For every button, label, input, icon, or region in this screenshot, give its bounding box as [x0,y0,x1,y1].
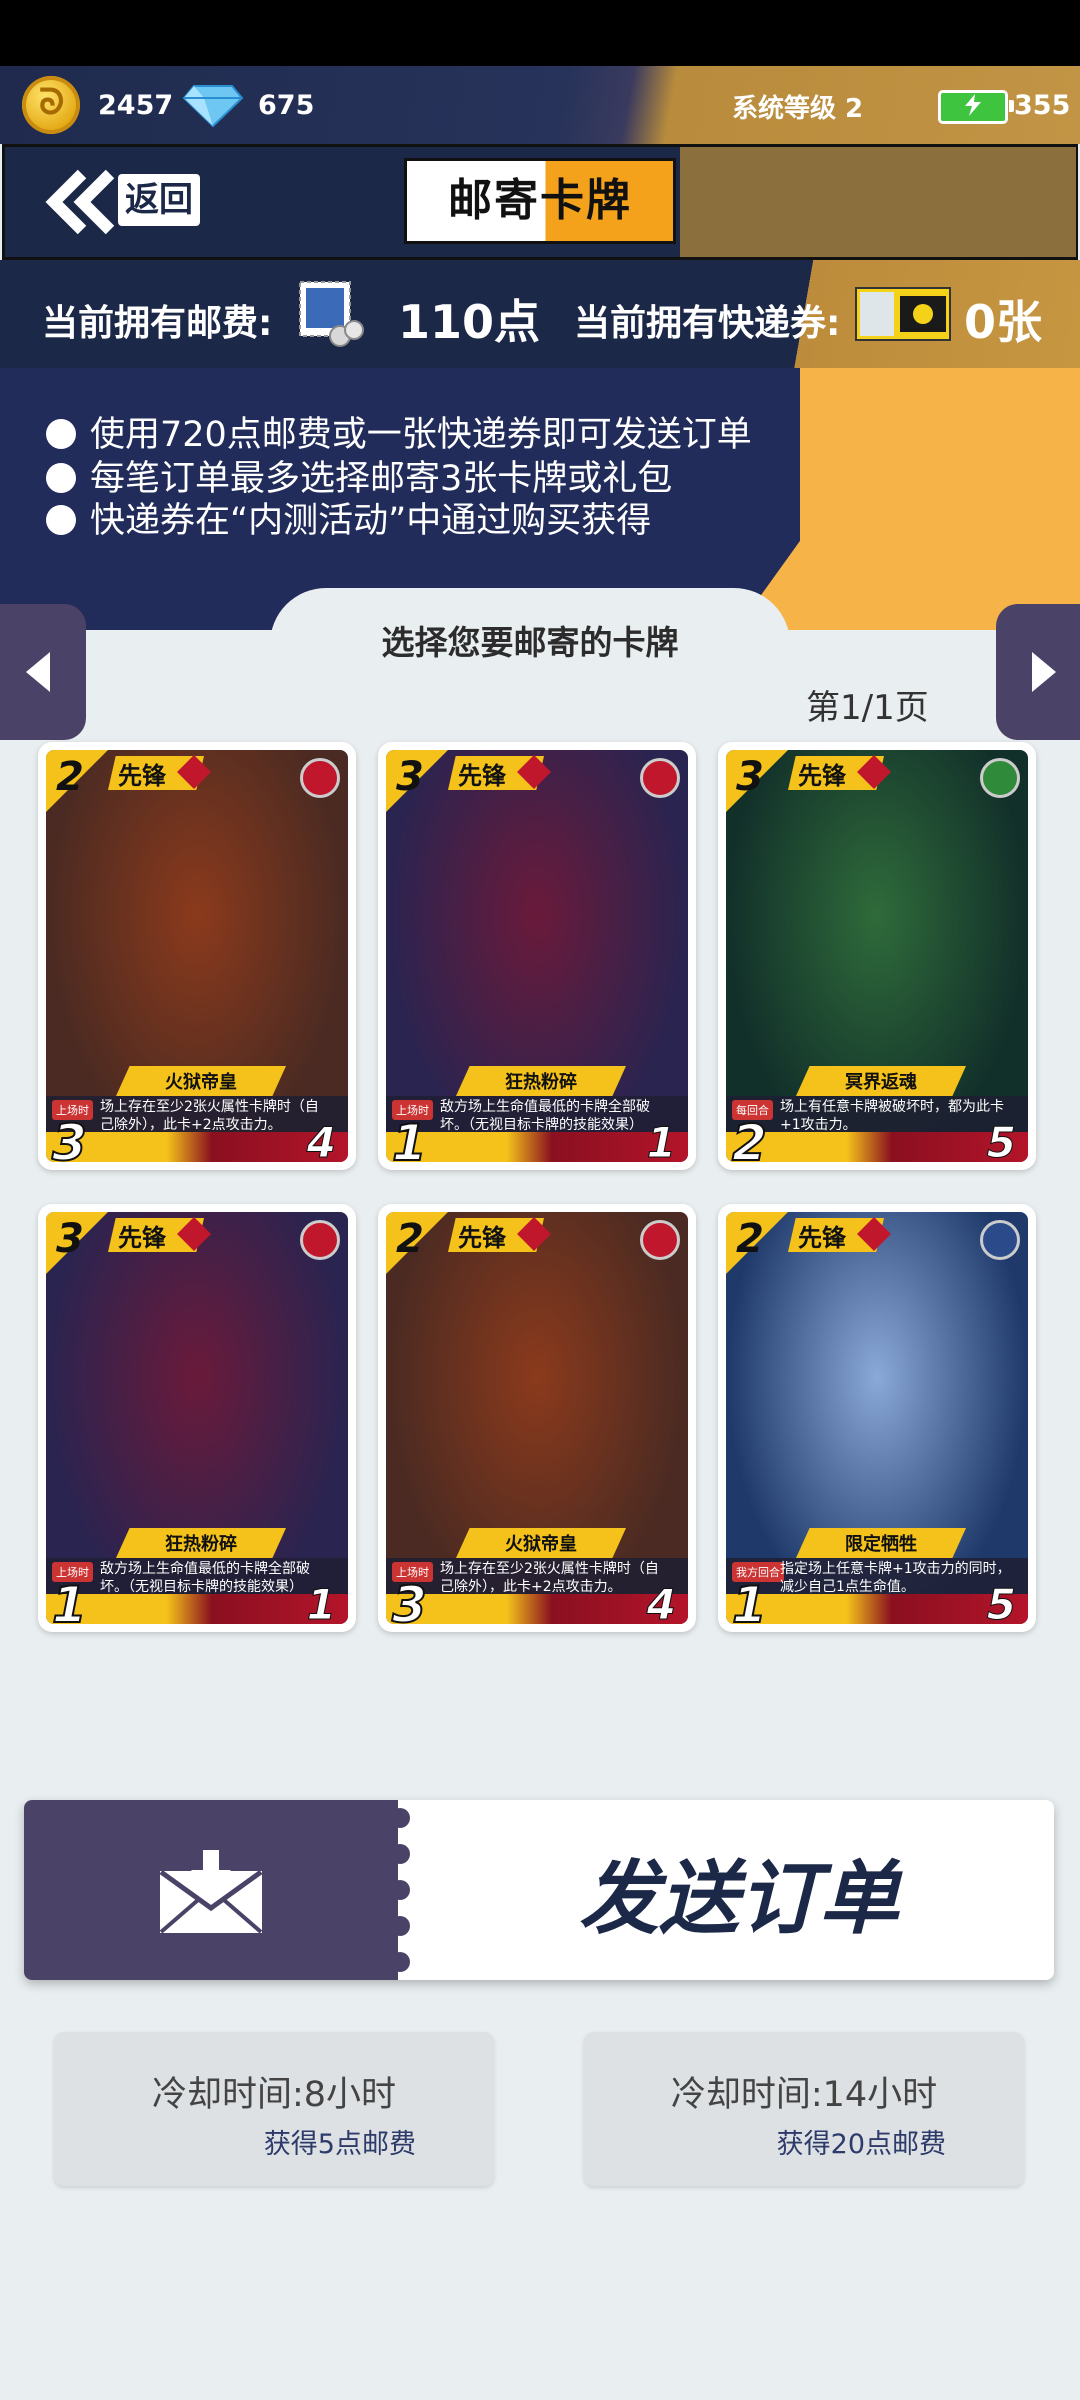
gem-count: 675 [258,90,315,121]
card-cost: 3 [396,754,424,800]
card-attack: 3 [391,1575,428,1624]
card-name: 火狱帝皇 [505,1534,577,1555]
card-name: 限定牺牲 [845,1534,917,1555]
card-item[interactable]: 3 先锋 冥界返魂 每回合 场上有任意卡牌被破坏时，都为此卡+1攻击力。 2 5 [718,742,1036,1170]
card-item[interactable]: 3 先锋 狂热粉碎 上场时 敌方场上生命值最低的卡牌全部破坏。（无视目标卡牌的技能效果）… [38,1204,356,1632]
info-line: 快递券在“内测活动”中通过购买获得 [46,492,651,543]
card-type: 先锋 [458,762,506,790]
select-cards-tab: 选择您要邮寄的卡牌 [270,588,790,688]
cooldown-reward: 获得5点邮费 [263,2129,416,2160]
card-cost: 3 [736,754,764,800]
send-order-button[interactable]: 发送订单 [24,1800,1054,1980]
card-cost: 3 [56,1216,84,1262]
cooldown-option-8h[interactable]: 冷却时间:8小时 获得5点邮费 [54,2032,494,2186]
send-order-label: 发送订单 [579,1852,899,1945]
card-attack: 2 [731,1113,768,1162]
cooldown-time: 冷却时间:8小时 [151,2075,397,2115]
resource-bar: ᘐ 2457 675 系统等级 2 355 [0,66,1080,144]
energy-icon [938,90,1014,124]
faction-icon [980,1220,1020,1260]
postage-value: 110点 [398,295,541,349]
energy-count: 355 [1014,90,1071,121]
prev-page-button[interactable] [0,604,86,740]
faction-icon [300,758,340,798]
card-face: 3 先锋 狂热粉碎 上场时 敌方场上生命值最低的卡牌全部破坏。（无视目标卡牌的技能效果）… [386,750,688,1162]
arrow-right-icon [1032,652,1056,692]
mail-icon [159,1850,263,1934]
card-stat-bar [386,1594,688,1624]
coin-count: 2457 [98,90,174,121]
card-cost: 2 [736,1216,764,1262]
arrow-left-icon [26,652,50,692]
card-name: 冥界返魂 [845,1072,917,1093]
card-cost: 2 [56,754,84,800]
card-hp: 4 [646,1580,676,1625]
select-cards-title: 选择您要邮寄的卡牌 [381,623,679,662]
card-attack: 1 [731,1575,768,1624]
card-attack: 3 [51,1113,88,1162]
system-level: 系统等级 2 [732,94,864,124]
gem-icon [182,85,244,128]
page-title: 邮寄卡牌 [448,175,632,226]
card-face: 3 先锋 狂热粉碎 上场时 敌方场上生命值最低的卡牌全部破坏。（无视目标卡牌的技能效果）… [46,1212,348,1624]
card-desc: 指定场上任意卡牌+1攻击力的同时，减少自己1点生命值。 [780,1561,1011,1595]
card-item[interactable]: 2 先锋 火狱帝皇 上场时 场上存在至少2张火属性卡牌时（自己除外），此卡+2点攻击力。… [38,742,356,1170]
page-title-box: 邮寄卡牌 [404,158,676,244]
cooldown-time: 冷却时间:14小时 [670,2075,938,2115]
card-hp: 4 [306,1118,336,1163]
card-item[interactable]: 2 先锋 限定牺牲 我方回合 指定场上任意卡牌+1攻击力的同时，减少自己1点生命值。 1 5 [718,1204,1036,1632]
coin-icon: ᘐ [22,76,80,134]
ticket-icon [855,287,951,341]
card-desc: 场上有任意卡牌被破坏时，都为此卡+1攻击力。 [780,1099,1004,1133]
card-name: 狂热粉碎 [165,1534,237,1555]
card-item[interactable]: 3 先锋 狂热粉碎 上场时 敌方场上生命值最低的卡牌全部破坏。（无视目标卡牌的技能效果）… [378,742,696,1170]
faction-icon [300,1220,340,1260]
card-stat-bar [726,1132,1028,1162]
card-type: 先锋 [798,762,846,790]
card-cost: 2 [396,1216,424,1262]
card-type: 先锋 [118,762,166,790]
faction-icon [640,758,680,798]
card-desc: 敌方场上生命值最低的卡牌全部破坏。（无视目标卡牌的技能效果） [440,1099,650,1133]
back-button[interactable]: 返回 [38,166,206,238]
card-hp: 5 [986,1580,1016,1625]
card-stat-bar [726,1594,1028,1624]
cooldown-reward: 获得20点邮费 [776,2129,946,2160]
card-attack: 1 [51,1575,88,1624]
card-name: 火狱帝皇 [165,1072,237,1093]
card-type: 先锋 [458,1224,506,1252]
header-accent [680,147,1076,257]
card-face: 2 先锋 火狱帝皇 上场时 场上存在至少2张火属性卡牌时（自己除外），此卡+2点攻击力。… [46,750,348,1162]
card-stat-bar [46,1594,348,1624]
ticket-label: 当前拥有快递券: [574,303,841,344]
card-name: 狂热粉碎 [505,1072,577,1093]
card-type: 先锋 [798,1224,846,1252]
stamp-icon [299,281,364,347]
postage-label: 当前拥有邮费: [42,303,273,344]
status-bar [0,0,1080,66]
double-chevron-left-icon [45,169,115,235]
card-type: 先锋 [118,1224,166,1252]
card-face: 2 先锋 火狱帝皇 上场时 场上存在至少2张火属性卡牌时（自己除外），此卡+2点攻击力。… [386,1212,688,1624]
card-hp: 5 [986,1118,1016,1163]
card-item[interactable]: 2 先锋 火狱帝皇 上场时 场上存在至少2张火属性卡牌时（自己除外），此卡+2点攻击力。… [378,1204,696,1632]
page-indicator: 第1/1页 [806,688,929,728]
postage-row: 当前拥有邮费: 110点 当前拥有快递券: 0张 [0,260,1080,368]
card-desc: 场上存在至少2张火属性卡牌时（自己除外），此卡+2点攻击力。 [100,1099,319,1133]
card-desc: 敌方场上生命值最低的卡牌全部破坏。（无视目标卡牌的技能效果） [100,1561,310,1595]
card-desc: 场上存在至少2张火属性卡牌时（自己除外），此卡+2点攻击力。 [440,1561,659,1595]
next-page-button[interactable] [996,604,1080,740]
card-stat-bar [46,1132,348,1162]
card-hp: 1 [306,1580,336,1625]
back-label: 返回 [118,174,200,226]
ticket-value: 0张 [964,295,1043,349]
card-attack: 1 [391,1113,428,1162]
cooldown-option-14h[interactable]: 冷却时间:14小时 获得20点邮费 [584,2032,1024,2186]
faction-icon [640,1220,680,1260]
card-face: 2 先锋 限定牺牲 我方回合 指定场上任意卡牌+1攻击力的同时，减少自己1点生命值。 1 5 [726,1212,1028,1624]
faction-icon [980,758,1020,798]
card-face: 3 先锋 冥界返魂 每回合 场上有任意卡牌被破坏时，都为此卡+1攻击力。 2 5 [726,750,1028,1162]
card-stat-bar [386,1132,688,1162]
card-hp: 1 [646,1118,676,1163]
